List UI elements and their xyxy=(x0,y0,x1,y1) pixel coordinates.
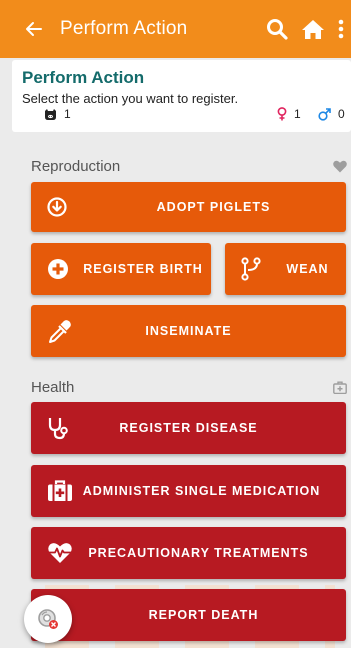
animal-counts: 1 1 0 xyxy=(22,107,351,123)
summary-subtitle: Select the action you want to register. xyxy=(22,91,239,106)
app-screen: Perform Action Perform Action Select the… xyxy=(0,0,351,648)
report-death-label: REPORT DEATH xyxy=(148,608,259,622)
health-section-header: Health xyxy=(31,377,349,397)
search-button[interactable] xyxy=(259,0,295,58)
home-icon xyxy=(302,20,324,39)
download-circle-icon xyxy=(47,182,67,232)
register-disease-label: REGISTER DISEASE xyxy=(119,421,258,435)
search-icon xyxy=(267,19,288,40)
precautionary-treatments-button[interactable]: PRECAUTIONARY TREATMENTS xyxy=(31,527,346,579)
precautionary-treatments-label: PRECAUTIONARY TREATMENTS xyxy=(88,546,309,560)
male-icon xyxy=(318,107,331,121)
administer-single-medication-label: ADMINISTER SINGLE MEDICATION xyxy=(82,484,321,498)
floating-action-button[interactable] xyxy=(24,595,72,643)
pig-count: 1 xyxy=(44,107,71,121)
health-section-label: Health xyxy=(31,378,75,396)
pig-icon xyxy=(45,108,56,120)
register-birth-label: REGISTER BIRTH xyxy=(83,262,203,276)
female-count-value: 1 xyxy=(294,107,301,121)
home-button[interactable] xyxy=(295,0,331,58)
app-bar: Perform Action xyxy=(0,0,351,58)
disc-remove-icon xyxy=(38,609,58,629)
adopt-piglets-button[interactable]: ADOPT PIGLETS xyxy=(31,182,346,232)
inseminate-label: INSEMINATE xyxy=(145,324,232,338)
wean-button[interactable]: WEAN xyxy=(225,243,346,295)
branch-icon xyxy=(241,243,261,295)
register-birth-button[interactable]: REGISTER BIRTH xyxy=(31,243,211,295)
inseminate-button[interactable]: INSEMINATE xyxy=(31,305,346,357)
report-death-button[interactable]: REPORT DEATH xyxy=(31,589,346,641)
heart-icon xyxy=(333,160,347,173)
wean-label: WEAN xyxy=(286,262,329,276)
more-vertical-icon xyxy=(338,19,344,39)
male-count-value: 0 xyxy=(338,107,345,121)
adopt-piglets-label: ADOPT PIGLETS xyxy=(156,200,271,214)
back-arrow-icon xyxy=(26,22,42,36)
register-disease-button[interactable]: REGISTER DISEASE xyxy=(31,402,346,454)
female-count: 1 xyxy=(277,107,301,121)
more-options-button[interactable] xyxy=(331,0,351,58)
app-bar-title: Perform Action xyxy=(60,18,188,39)
pig-count-value: 1 xyxy=(64,107,71,121)
male-count: 0 xyxy=(318,107,345,121)
female-icon xyxy=(277,107,287,121)
reproduction-section-label: Reproduction xyxy=(31,157,121,175)
reproduction-section-header: Reproduction xyxy=(31,156,349,176)
medical-kit-icon xyxy=(333,381,347,394)
summary-card: Perform Action Select the action you wan… xyxy=(12,60,351,132)
administer-single-medication-button[interactable]: ADMINISTER SINGLE MEDICATION xyxy=(31,465,346,517)
plus-circle-icon xyxy=(47,243,69,295)
back-button[interactable] xyxy=(12,0,56,58)
summary-title: Perform Action xyxy=(22,68,145,87)
